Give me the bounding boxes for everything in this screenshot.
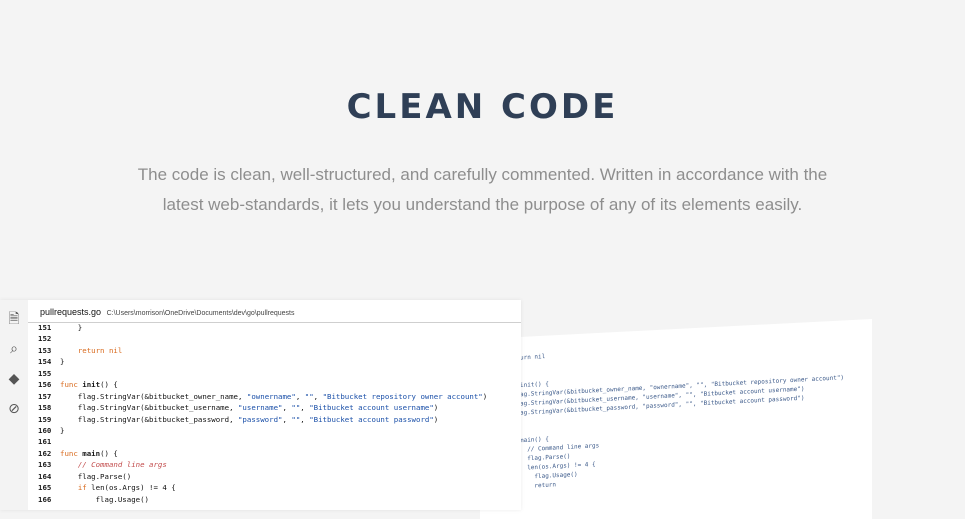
code-token: init: [82, 380, 101, 390]
line-content: if len(os.Args) != 4 {: [55, 482, 176, 493]
line-number: 160: [38, 425, 52, 435]
code-token: () {: [100, 380, 118, 390]
code-token: ): [482, 391, 488, 401]
line-number: 157: [38, 391, 52, 401]
search-icon[interactable]: ⌕: [0, 333, 28, 363]
line-number: 155: [38, 368, 52, 378]
line-number: 152: [38, 334, 52, 344]
files-icon[interactable]: 🗎: [0, 303, 28, 333]
line-number: 165: [38, 483, 52, 493]
code-token: }: [60, 357, 65, 367]
line-number: 161: [38, 437, 52, 447]
code-line: 159 flag.StringVar(&bitbucket_password, …: [28, 414, 521, 425]
code-token: ,: [313, 391, 323, 401]
line-content: func main() {: [55, 448, 118, 459]
code-line: 154}: [28, 356, 521, 367]
code-token: }: [60, 323, 83, 332]
code-token: if: [77, 483, 92, 493]
file-name: pullrequests.go: [40, 307, 102, 317]
code-editor-screenshot: 🗎 ⌕ ◆ ⊘ pullrequests.go C:\Users\morriso…: [0, 300, 521, 510]
code-line: 158 flag.StringVar(&bitbucket_username, …: [28, 402, 521, 413]
code-line: 153 return nil: [28, 345, 521, 356]
code-line: 155: [28, 368, 521, 379]
code-token: main: [82, 448, 101, 458]
file-path: C:\Users\morrison\OneDrive\Documents\dev…: [106, 310, 295, 317]
code-token: "Bitbucket repository owner account": [322, 391, 483, 401]
code-line: 166 flag.Usage(): [28, 494, 521, 505]
line-content: return nil: [55, 345, 123, 356]
code-line: 152: [28, 333, 521, 344]
line-content: }: [55, 356, 64, 367]
code-token: flag.Parse(): [60, 471, 132, 481]
code-token: func: [60, 448, 83, 458]
line-content: [55, 436, 60, 447]
code-area[interactable]: 151 } 152 153 return nil 154} 155 156 func ini…: [28, 322, 521, 510]
code-token: len(os.Args) != 4 {: [91, 483, 176, 493]
line-number: 154: [38, 357, 52, 367]
code-token: func: [60, 380, 83, 390]
code-token: "": [291, 403, 301, 413]
line-content: flag.Parse(): [55, 471, 131, 482]
code-line: 151 }: [28, 322, 521, 333]
code-token: "password": [237, 414, 283, 424]
code-token: }: [60, 425, 65, 435]
code-line: 161: [28, 436, 521, 447]
code-token: () {: [100, 448, 118, 458]
line-content: [55, 333, 60, 344]
line-content: [55, 368, 60, 379]
code-line: 165 if len(os.Args) != 4 {: [28, 482, 521, 493]
line-number: 158: [38, 403, 52, 413]
line-number: 163: [38, 460, 52, 470]
line-content: flag.StringVar(&bitbucket_owner_name, "o…: [55, 391, 487, 402]
git-icon[interactable]: ◆: [0, 363, 28, 393]
back-code-text: urn nil init() {ag.StringVar(&bitbucket_…: [520, 336, 844, 491]
line-content: flag.Usage(): [55, 494, 149, 505]
code-token: "Bitbucket account password": [309, 414, 434, 424]
code-token: "": [304, 391, 314, 401]
code-token: flag.StringVar(&bitbucket_owner_name,: [60, 391, 247, 401]
code-line: 160}: [28, 425, 521, 436]
line-content: func init() {: [55, 379, 118, 390]
code-token: ,: [295, 391, 305, 401]
line-content: flag.StringVar(&bitbucket_password, "pas…: [55, 414, 438, 425]
line-content: flag.StringVar(&bitbucket_username, "use…: [55, 402, 438, 413]
code-line: 164 flag.Parse(): [28, 471, 521, 482]
code-token: return nil: [77, 345, 123, 355]
back-code-preview: urn nil init() {ag.StringVar(&bitbucket_…: [480, 319, 872, 519]
code-line: 156 func init() {: [28, 379, 521, 390]
code-token: "": [291, 414, 301, 424]
debug-icon[interactable]: ⊘: [0, 393, 28, 423]
line-content: }: [55, 322, 82, 333]
line-number: 151: [38, 323, 52, 332]
code-token: flag.Usage(): [60, 494, 149, 504]
activity-bar: 🗎 ⌕ ◆ ⊘: [0, 300, 28, 510]
code-token: "ownername": [246, 391, 296, 401]
code-token: "Bitbucket account username": [309, 403, 434, 413]
line-number: 159: [38, 414, 52, 424]
code-token: "username": [237, 403, 283, 413]
line-number: 156: [38, 380, 52, 390]
line-content: }: [55, 425, 64, 436]
code-token: ,: [300, 414, 310, 424]
code-line: 163 // Command line args: [28, 459, 521, 470]
code-token: ): [433, 403, 439, 413]
line-number: 153: [38, 345, 52, 355]
code-token: ,: [300, 403, 310, 413]
section-title: CLEAN CODE: [346, 87, 619, 127]
code-line: 162 func main() {: [28, 448, 521, 459]
line-number: 164: [38, 471, 52, 481]
code-token: ): [433, 414, 439, 424]
code-token: flag.StringVar(&bitbucket_username,: [60, 403, 238, 413]
code-token: // Command line args: [77, 460, 167, 470]
line-content: // Command line args: [55, 459, 167, 470]
editor-tab[interactable]: pullrequests.go C:\Users\morrison\OneDri…: [28, 300, 521, 323]
code-line: 157 flag.StringVar(&bitbucket_owner_name…: [28, 391, 521, 402]
section-description: The code is clean, well-structured, and …: [137, 165, 828, 214]
line-number: 166: [38, 494, 52, 504]
line-number: 162: [38, 448, 52, 458]
code-token: flag.StringVar(&bitbucket_password,: [60, 414, 238, 424]
